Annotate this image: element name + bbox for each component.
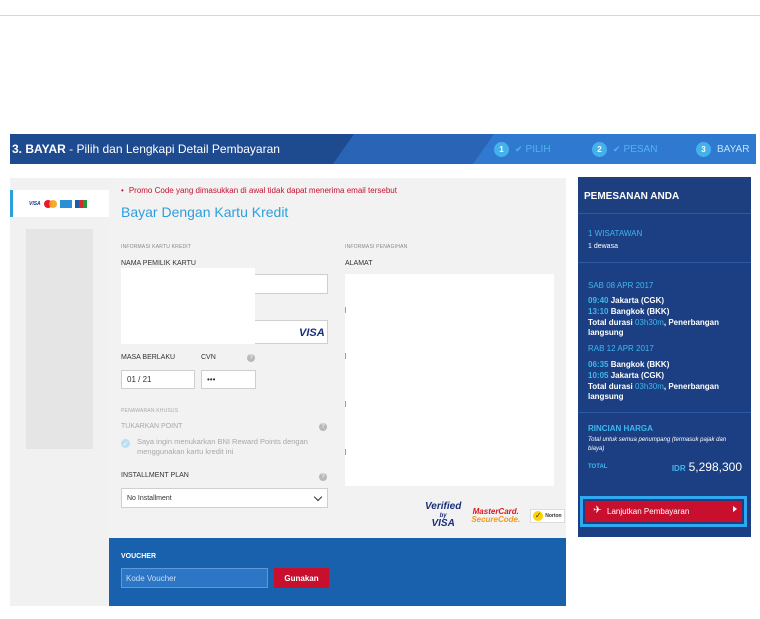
leg1-departure: 09:40 Jakarta (CGK) — [588, 296, 665, 305]
form-title: Bayar Dengan Kartu Kredit — [121, 204, 289, 220]
travelers-count: 1 WISATAWAN — [588, 229, 643, 238]
cvn-label: CVN — [201, 354, 216, 361]
step-pesan[interactable]: 2 ✔ PESAN — [592, 142, 657, 157]
page-title: 3. BAYAR - Pilih dan Lengkapi Detail Pem… — [12, 142, 280, 156]
leg1-duration: Total durasi 03h30m, Penerbangan langsun… — [588, 318, 720, 337]
price-details-title: RINCIAN HARGA — [588, 424, 653, 433]
tab-credit-card[interactable]: VISA — [10, 190, 109, 217]
check-icon: ✔ — [515, 144, 523, 154]
promo-warning: Promo Code yang dimasukkan di awal tidak… — [121, 186, 397, 195]
address-label: ALAMAT — [345, 260, 373, 267]
redeem-points-text: Saya ingin menukarkan BNI Reward Points … — [137, 437, 308, 456]
cardholder-label: NAMA PEMILIK KARTU — [121, 260, 196, 267]
visa-icon: VISA — [29, 200, 41, 207]
norton-logo: ✓ Norton — [530, 508, 565, 523]
top-divider — [0, 15, 760, 16]
security-logos: Verified by VISA MasterCard. SecureCode. ✓… — [425, 501, 565, 529]
card-brand-visa: VISA — [299, 327, 325, 339]
leg1-arrival: 13:10 Bangkok (BKK) — [588, 307, 670, 316]
expiry-input[interactable]: 01 / 21 — [121, 370, 195, 389]
plane-icon: ✈ — [593, 505, 602, 516]
help-icon[interactable]: ? — [319, 473, 327, 481]
continue-payment-button[interactable]: Lanjutkan Pembayaran — [585, 501, 742, 522]
redeem-points-label: TUKARKAN POINT — [121, 423, 183, 430]
special-offer-heading: PENAWARAN KHUSUS — [121, 408, 179, 414]
total-label: TOTAL — [588, 464, 608, 470]
installment-label: INSTALLMENT PLAN — [121, 472, 189, 479]
step-bayar: 3 BAYAR — [696, 142, 749, 157]
mastercard-securecode-logo: MasterCard. SecureCode. — [471, 506, 521, 524]
amex-icon — [59, 199, 72, 208]
card-info-heading: INFORMASI KARTU KREDIT — [121, 244, 192, 250]
leg1-date: SAB 08 APR 2017 — [588, 281, 654, 290]
voucher-title: VOUCHER — [121, 553, 157, 560]
apply-voucher-button[interactable]: Gunakan — [274, 568, 329, 588]
mastercard-icon — [43, 199, 57, 208]
price-note: Total untuk semua penumpang (termasuk pa… — [588, 437, 727, 452]
norton-check-icon: ✓ — [533, 510, 544, 521]
adults-count: 1 dewasa — [588, 243, 618, 250]
check-icon: ✔ — [613, 144, 621, 154]
leg2-duration: Total durasi 03h30m, Penerbangan langsun… — [588, 382, 720, 401]
jcb-icon — [74, 199, 87, 208]
caret-right-icon — [733, 506, 737, 512]
expiry-label: MASA BERLAKU — [121, 354, 176, 361]
billing-address-input[interactable] — [345, 274, 554, 486]
leg2-arrival: 10:05 Jakarta (CGK) — [588, 371, 665, 380]
verified-by-visa-logo: Verified by VISA — [425, 501, 462, 529]
billing-info-heading: INFORMASI PENAGIHAN — [345, 244, 408, 250]
voucher-code-input[interactable]: Kode Voucher — [121, 568, 268, 588]
summary-title: PEMESANAN ANDA — [578, 177, 751, 213]
card-number-mask — [121, 302, 255, 344]
redeem-checkbox[interactable]: ✓ — [121, 439, 130, 448]
installment-select[interactable]: No Installment — [121, 488, 328, 508]
total-price: IDR 5,298,300 — [671, 460, 742, 474]
cvn-input[interactable]: ••• — [201, 370, 256, 389]
help-icon[interactable]: ? — [319, 423, 327, 431]
leg2-date: RAB 12 APR 2017 — [588, 344, 654, 353]
sidebar-placeholder — [26, 229, 93, 449]
leg2-departure: 06:35 Bangkok (BKK) — [588, 360, 670, 369]
help-icon[interactable]: ? — [247, 354, 255, 362]
step-pilih[interactable]: 1 ✔ PILIH — [494, 142, 551, 157]
chevron-down-icon — [313, 492, 323, 502]
